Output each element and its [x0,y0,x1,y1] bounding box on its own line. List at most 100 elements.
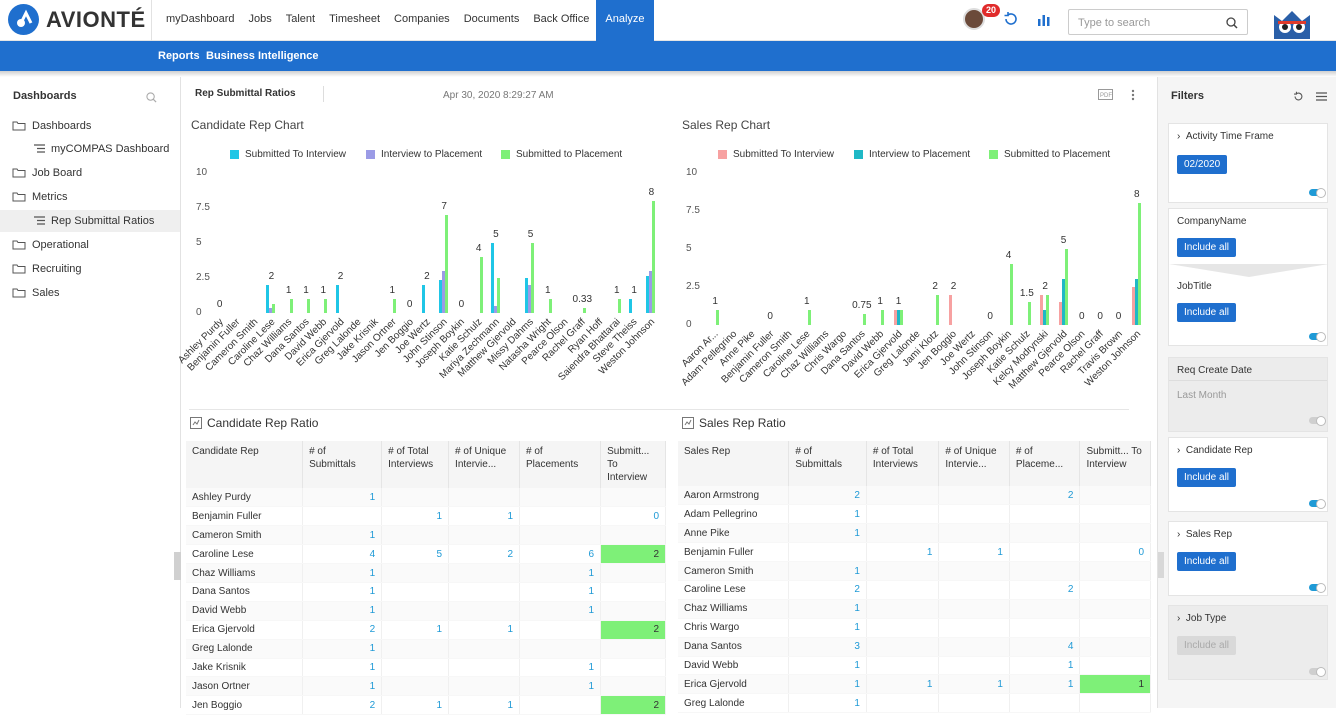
chart-bar[interactable] [862,313,866,325]
table-row[interactable]: Caroline Lese 4 5 2 6 2 [186,544,666,565]
chart-bar[interactable] [306,299,310,313]
search-input[interactable]: Type to search [1068,9,1248,35]
sidebar-item-metrics[interactable]: Metrics [0,186,180,208]
nav-mydashboard[interactable]: myDashboard [159,0,241,41]
chart-bar[interactable] [548,299,552,313]
sidebar-item-dashboards[interactable]: Dashboards [0,115,180,137]
mascot-avatar[interactable] [1268,3,1316,39]
candidate-legend-2[interactable]: Interview to Placement [366,149,482,160]
column-header[interactable]: # of Total Interviews [866,441,940,486]
activity-value-button[interactable]: 02/2020 [1177,155,1228,174]
collapse-handle[interactable] [1158,552,1164,578]
chart-bar[interactable] [652,201,656,313]
chart-bar[interactable] [496,278,500,313]
column-header[interactable]: Submitt... To Interview [600,441,666,488]
table-row[interactable]: Adam Pellegrino 1 [678,504,1151,525]
chart-bar[interactable] [272,303,276,313]
pdf-export-icon[interactable]: PDF [1098,89,1113,100]
chart-bar[interactable] [899,309,903,325]
nav-talent[interactable]: Talent [279,0,322,41]
column-header[interactable]: # of Placeme... [1009,441,1081,486]
analytics-icon[interactable] [1036,11,1052,27]
chart-bar[interactable] [1064,249,1068,325]
subnav-business-intelligence[interactable]: Business Intelligence [206,50,318,62]
table-row[interactable]: Chris Wargo 1 [678,618,1151,638]
table-row[interactable]: Cameron Smith 1 [186,525,666,546]
chart-bar[interactable] [531,243,535,313]
column-header[interactable]: # of Placements [519,441,602,488]
table-row[interactable]: Dana Santos 1 1 [186,582,666,602]
table-row[interactable]: David Webb 1 1 [678,656,1151,676]
chart-bar[interactable] [1009,264,1013,325]
column-header[interactable]: # of Submittals [788,441,867,486]
nav-companies[interactable]: Companies [387,0,457,41]
job-type-include-all-button[interactable]: Include all [1177,636,1237,655]
table-row[interactable]: Erica Gjervold 2 1 1 2 [186,620,666,640]
chart-bar[interactable] [583,308,587,313]
activity-toggle[interactable] [1309,188,1326,198]
table-row[interactable]: Ashley Purdy 1 [186,488,666,508]
column-header[interactable]: # of Total Interviews [381,441,450,488]
table-row[interactable]: Greg Lalonde 1 [678,693,1151,714]
chart-bar[interactable] [445,215,449,313]
column-header[interactable]: Candidate Rep [186,441,304,488]
chart-bar[interactable] [421,285,425,313]
column-header[interactable]: Submitt... To Interview [1079,441,1151,486]
table-row[interactable]: Chaz Williams 1 1 [186,563,666,583]
table-row[interactable]: Benjamin Fuller 1 1 0 [678,542,1151,563]
table-row[interactable]: Jen Boggio 2 1 1 2 [186,695,666,715]
search-icon[interactable] [1226,17,1238,29]
sidebar-item-recruiting[interactable]: Recruiting [0,258,180,280]
column-header[interactable]: Sales Rep [678,441,790,486]
sidebar-item-operational[interactable]: Operational [0,234,180,256]
chart-bar[interactable] [324,299,328,313]
chart-bar[interactable] [936,294,940,325]
table-row[interactable]: Erica Gjervold 1 1 1 1 1 [678,674,1151,695]
candidate-legend-1[interactable]: Submitted To Interview [230,149,346,160]
chart-bar[interactable] [948,294,952,325]
chart-bar[interactable] [716,309,720,325]
table-row[interactable]: Chaz Williams 1 [678,599,1151,619]
more-options-icon[interactable] [1131,89,1135,101]
table-row[interactable]: Jake Krisnik 1 1 [186,658,666,678]
chart-bar[interactable] [490,243,494,313]
sales-rep-toggle[interactable] [1309,583,1326,593]
refresh-icon[interactable] [1003,11,1019,27]
nav-back-office[interactable]: Back Office [526,0,596,41]
candidate-rep-toggle[interactable] [1309,499,1326,509]
chart-bar[interactable] [393,299,397,313]
table-row[interactable]: Aaron Armstrong 2 2 [678,486,1151,506]
nav-jobs[interactable]: Jobs [241,0,278,41]
job-type-toggle[interactable] [1309,667,1326,677]
column-header[interactable]: # of Submittals [302,441,383,488]
table-row[interactable]: Caroline Lese 2 2 [678,580,1151,600]
reset-icon[interactable] [1293,91,1304,102]
candidate-legend-3[interactable]: Submitted to Placement [501,149,622,160]
sidebar-item-mycompas[interactable]: myCOMPAS Dashboard [0,138,180,160]
chart-bar[interactable] [1046,294,1050,325]
table-row[interactable]: Greg Lalonde 1 [186,639,666,659]
chart-bar[interactable] [1137,203,1141,325]
req-date-toggle[interactable] [1309,416,1326,426]
nav-timesheet[interactable]: Timesheet [322,0,387,41]
table-row[interactable]: Jason Ortner 1 1 [186,676,666,697]
sidebar-item-sales[interactable]: Sales [0,282,180,304]
nav-analyze[interactable]: Analyze [596,0,654,41]
chart-bar[interactable] [629,299,633,313]
jobtitle-toggle[interactable] [1309,332,1326,342]
chart-bar[interactable] [807,309,811,325]
nav-documents[interactable]: Documents [457,0,527,41]
chart-bar[interactable] [881,309,885,325]
table-row[interactable]: Anne Pike 1 [678,523,1151,544]
column-header[interactable]: # of Unique Intervie... [938,441,1010,486]
collapse-handle[interactable] [174,552,181,580]
sales-legend-3[interactable]: Submitted to Placement [989,149,1110,160]
table-row[interactable]: Cameron Smith 1 [678,561,1151,581]
candidate-rep-include-all-button[interactable]: Include all [1177,468,1237,487]
jobtitle-include-all-button[interactable]: Include all [1177,303,1237,322]
company-include-all-button[interactable]: Include all [1177,238,1237,257]
sales-rep-include-all-button[interactable]: Include all [1177,552,1237,571]
search-icon[interactable] [146,92,157,103]
column-header[interactable]: # of Unique Intervie... [448,441,520,488]
chart-bar[interactable] [479,257,483,313]
